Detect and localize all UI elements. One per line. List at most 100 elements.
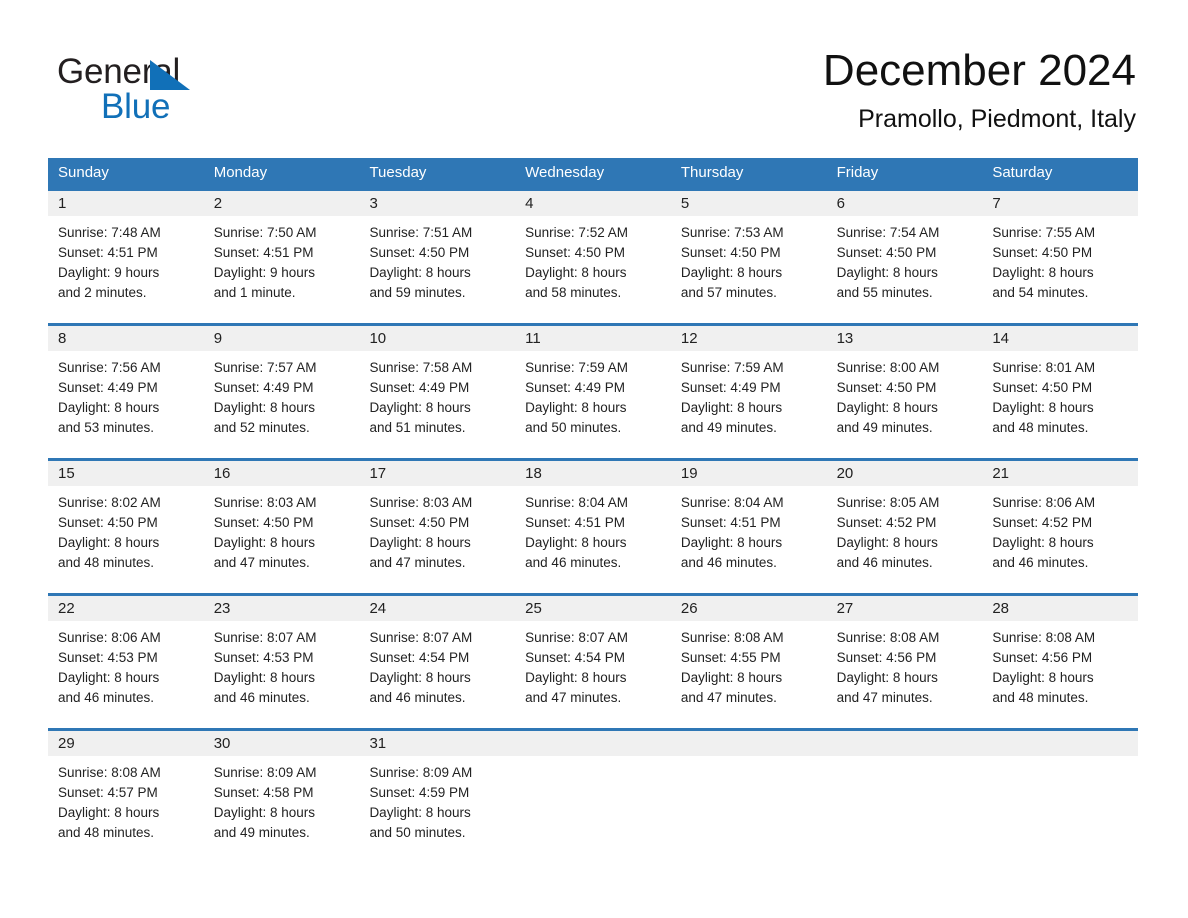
sunset-text: Sunset: 4:57 PM <box>58 785 158 800</box>
day-cell[interactable]: 21 Sunrise: 8:06 AM Sunset: 4:52 PM Dayl… <box>982 461 1139 593</box>
daylight-text-line1: Daylight: 8 hours <box>680 670 783 685</box>
day-cell[interactable]: 23 Sunrise: 8:07 AM Sunset: 4:53 PM Dayl… <box>203 596 360 728</box>
daylight-text-line1: Daylight: 8 hours <box>369 265 471 280</box>
day-cell[interactable]: 14 Sunrise: 8:01 AM Sunset: 4:50 PM Dayl… <box>982 326 1139 458</box>
daylight-text-line1: Daylight: 9 hours <box>58 265 160 280</box>
sunrise-text: Sunrise: 7:58 AM <box>369 360 473 375</box>
sunrise-text: Sunrise: 7:48 AM <box>58 225 161 240</box>
sunrise-text: Sunrise: 7:59 AM <box>525 360 628 375</box>
daylight-text-line2: and 46 minutes. <box>680 555 777 570</box>
daylight-text-line1: Daylight: 8 hours <box>836 670 938 685</box>
generalblue-logo[interactable]: General Blue <box>57 52 317 128</box>
day-cell[interactable]: 2 Sunrise: 7:50 AM Sunset: 4:51 PM Dayli… <box>203 191 360 323</box>
daylight-text-line2: and 51 minutes. <box>369 420 466 435</box>
sunrise-text: Sunrise: 8:09 AM <box>213 765 317 780</box>
day-cell[interactable]: 8 Sunrise: 7:56 AM Sunset: 4:49 PM Dayli… <box>48 326 204 458</box>
daylight-text-line1: Daylight: 8 hours <box>992 535 1094 550</box>
day-cell[interactable]: 26 Sunrise: 8:08 AM Sunset: 4:55 PM Dayl… <box>670 596 827 728</box>
daylight-text-line2: and 53 minutes. <box>58 420 155 435</box>
day-cell[interactable]: 3 Sunrise: 7:51 AM Sunset: 4:50 PM Dayli… <box>359 191 516 323</box>
weekday-header-friday: Friday <box>836 164 879 181</box>
day-details: Sunrise: 8:07 AM Sunset: 4:53 PM Dayligh… <box>204 621 360 708</box>
daylight-text-line2: and 48 minutes. <box>58 825 155 840</box>
sunrise-text: Sunrise: 8:01 AM <box>992 360 1096 375</box>
sunrise-text: Sunrise: 8:06 AM <box>992 495 1096 510</box>
day-cell[interactable]: 29 Sunrise: 8:08 AM Sunset: 4:57 PM Dayl… <box>48 731 204 863</box>
daylight-text-line2: and 46 minutes. <box>213 690 310 705</box>
day-details: Sunrise: 7:59 AM Sunset: 4:49 PM Dayligh… <box>515 351 671 438</box>
day-number: 29 <box>48 731 204 756</box>
day-details: Sunrise: 7:48 AM Sunset: 4:51 PM Dayligh… <box>48 216 204 303</box>
day-number: 6 <box>826 191 983 216</box>
day-number: 21 <box>982 461 1139 486</box>
day-cell[interactable]: 28 Sunrise: 8:08 AM Sunset: 4:56 PM Dayl… <box>982 596 1139 728</box>
daylight-text-line2: and 59 minutes. <box>369 285 466 300</box>
day-details: Sunrise: 8:05 AM Sunset: 4:52 PM Dayligh… <box>827 486 983 573</box>
sunrise-text: Sunrise: 7:56 AM <box>58 360 161 375</box>
day-details: Sunrise: 7:50 AM Sunset: 4:51 PM Dayligh… <box>204 216 360 303</box>
day-cell[interactable]: 18 Sunrise: 8:04 AM Sunset: 4:51 PM Dayl… <box>515 461 671 593</box>
daylight-text-line2: and 46 minutes. <box>992 555 1089 570</box>
day-cell[interactable]: 10 Sunrise: 7:58 AM Sunset: 4:49 PM Dayl… <box>359 326 516 458</box>
sunrise-text: Sunrise: 7:55 AM <box>992 225 1096 240</box>
sunset-text: Sunset: 4:50 PM <box>836 380 937 395</box>
daylight-text-line2: and 46 minutes. <box>836 555 933 570</box>
day-number: 20 <box>826 461 983 486</box>
daylight-text-line1: Daylight: 8 hours <box>213 535 316 550</box>
daylight-text-line2: and 48 minutes. <box>992 420 1089 435</box>
sunrise-text: Sunrise: 8:04 AM <box>525 495 628 510</box>
sunrise-text: Sunrise: 8:02 AM <box>58 495 161 510</box>
sunset-text: Sunset: 4:58 PM <box>213 785 314 800</box>
sunset-text: Sunset: 4:49 PM <box>213 380 314 395</box>
day-number: 19 <box>670 461 827 486</box>
daylight-text-line2: and 47 minutes. <box>525 690 622 705</box>
calendar-grid: Sunday Monday Tuesday Wednesday Thursday… <box>48 158 1139 863</box>
day-cell[interactable]: 25 Sunrise: 8:07 AM Sunset: 4:54 PM Dayl… <box>515 596 671 728</box>
day-cell[interactable]: 20 Sunrise: 8:05 AM Sunset: 4:52 PM Dayl… <box>826 461 983 593</box>
daylight-text-line1: Daylight: 9 hours <box>213 265 316 280</box>
day-details: Sunrise: 8:09 AM Sunset: 4:58 PM Dayligh… <box>204 756 360 843</box>
day-cell[interactable]: 31 Sunrise: 8:09 AM Sunset: 4:59 PM Dayl… <box>359 731 516 863</box>
day-cell[interactable]: 9 Sunrise: 7:57 AM Sunset: 4:49 PM Dayli… <box>203 326 360 458</box>
day-cell[interactable]: 27 Sunrise: 8:08 AM Sunset: 4:56 PM Dayl… <box>826 596 983 728</box>
day-cell[interactable]: 30 Sunrise: 8:09 AM Sunset: 4:58 PM Dayl… <box>203 731 360 863</box>
daylight-text-line1: Daylight: 8 hours <box>369 400 471 415</box>
day-number: 12 <box>670 326 827 351</box>
day-cell[interactable]: 17 Sunrise: 8:03 AM Sunset: 4:50 PM Dayl… <box>359 461 516 593</box>
day-cell[interactable]: 24 Sunrise: 8:07 AM Sunset: 4:54 PM Dayl… <box>359 596 516 728</box>
day-number: 9 <box>203 326 360 351</box>
daylight-text-line1: Daylight: 8 hours <box>525 265 627 280</box>
day-cell[interactable]: 7 Sunrise: 7:55 AM Sunset: 4:50 PM Dayli… <box>982 191 1139 323</box>
day-cell-empty <box>982 731 1139 863</box>
day-cell[interactable]: 16 Sunrise: 8:03 AM Sunset: 4:50 PM Dayl… <box>203 461 360 593</box>
day-cell[interactable]: 11 Sunrise: 7:59 AM Sunset: 4:49 PM Dayl… <box>515 326 671 458</box>
sunset-text: Sunset: 4:55 PM <box>680 650 781 665</box>
day-cell[interactable]: 5 Sunrise: 7:53 AM Sunset: 4:50 PM Dayli… <box>670 191 827 323</box>
page-header: General Blue December 2024 Pramollo, Pie… <box>0 0 1188 152</box>
sunrise-text: Sunrise: 8:09 AM <box>369 765 473 780</box>
day-cell[interactable]: 6 Sunrise: 7:54 AM Sunset: 4:50 PM Dayli… <box>826 191 983 323</box>
sunset-text: Sunset: 4:54 PM <box>525 650 625 665</box>
sunset-text: Sunset: 4:49 PM <box>369 380 470 395</box>
day-number: 13 <box>826 326 983 351</box>
sunrise-text: Sunrise: 7:57 AM <box>213 360 317 375</box>
day-cell[interactable]: 19 Sunrise: 8:04 AM Sunset: 4:51 PM Dayl… <box>670 461 827 593</box>
week-row: 8 Sunrise: 7:56 AM Sunset: 4:49 PM Dayli… <box>48 323 1139 458</box>
day-cell-empty <box>515 731 671 863</box>
sunset-text: Sunset: 4:54 PM <box>369 650 470 665</box>
day-cell-empty <box>670 731 827 863</box>
logo-triangle-icon <box>150 60 190 90</box>
day-cell[interactable]: 15 Sunrise: 8:02 AM Sunset: 4:50 PM Dayl… <box>48 461 204 593</box>
day-number: 1 <box>48 191 204 216</box>
day-details: Sunrise: 7:52 AM Sunset: 4:50 PM Dayligh… <box>515 216 671 303</box>
day-cell[interactable]: 4 Sunrise: 7:52 AM Sunset: 4:50 PM Dayli… <box>515 191 671 323</box>
day-cell[interactable]: 12 Sunrise: 7:59 AM Sunset: 4:49 PM Dayl… <box>670 326 827 458</box>
day-number: 24 <box>359 596 516 621</box>
weekday-header-row: Sunday Monday Tuesday Wednesday Thursday… <box>48 158 1138 188</box>
page-title: December 2024 <box>822 46 1136 95</box>
sunrise-text: Sunrise: 8:05 AM <box>836 495 940 510</box>
day-cell[interactable]: 13 Sunrise: 8:00 AM Sunset: 4:50 PM Dayl… <box>826 326 983 458</box>
day-cell[interactable]: 22 Sunrise: 8:06 AM Sunset: 4:53 PM Dayl… <box>48 596 204 728</box>
sunrise-text: Sunrise: 7:50 AM <box>213 225 317 240</box>
day-cell[interactable]: 1 Sunrise: 7:48 AM Sunset: 4:51 PM Dayli… <box>48 191 204 323</box>
